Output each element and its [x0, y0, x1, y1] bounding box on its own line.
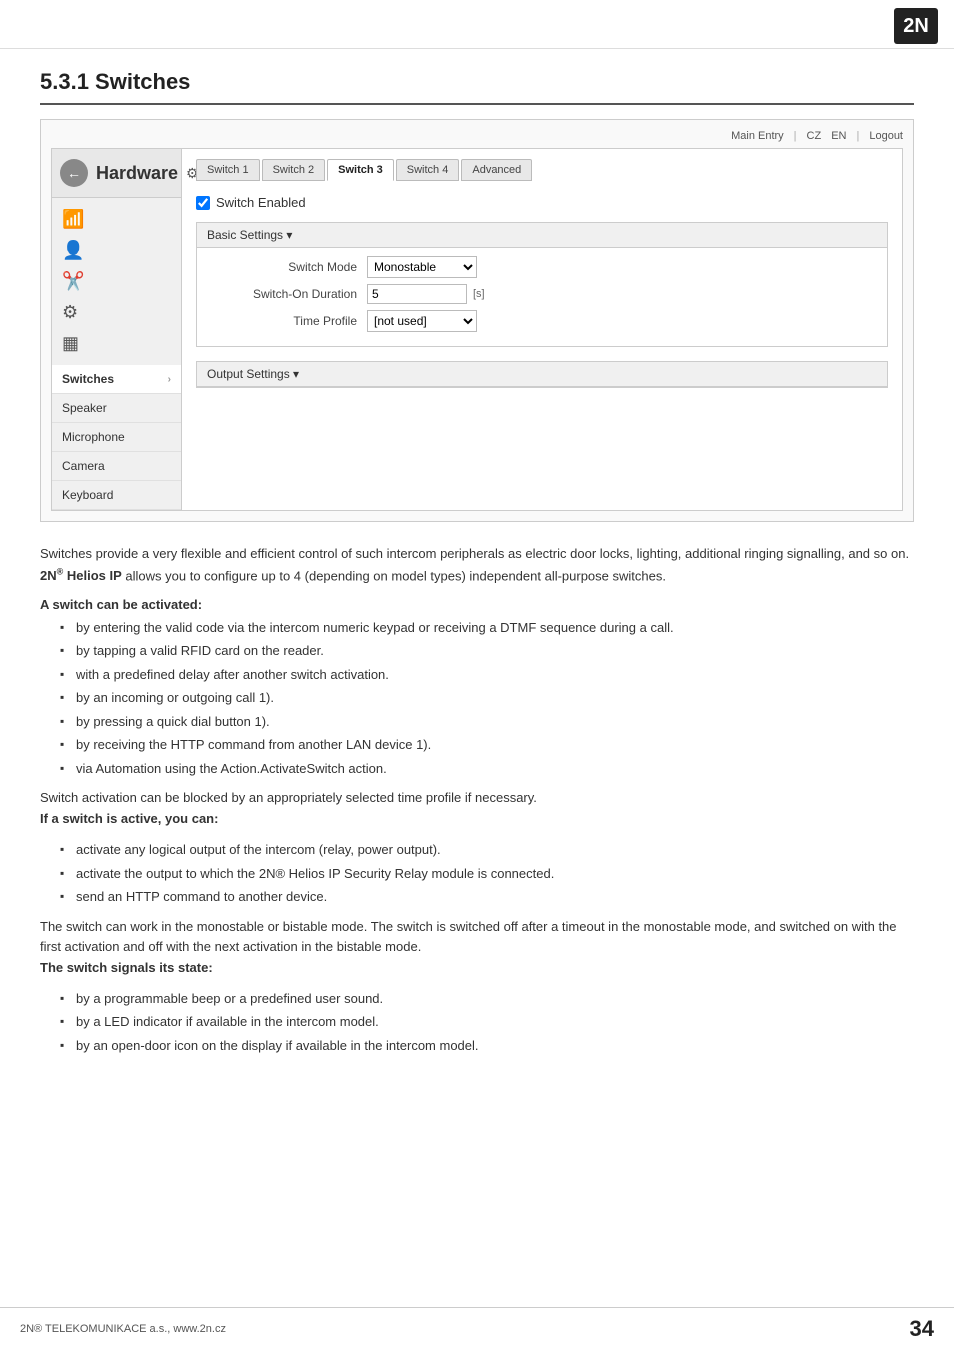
- top-bar: 2N: [0, 0, 954, 49]
- sidebar-item-microphone[interactable]: Microphone: [52, 423, 181, 452]
- sidebar-icon-user[interactable]: 👤: [52, 235, 181, 266]
- back-button[interactable]: ←: [60, 159, 88, 187]
- footer: 2N® TELEKOMUNIKACE a.s., www.2n.cz 34: [0, 1307, 954, 1350]
- output-settings-section: Output Settings ▾: [196, 361, 888, 388]
- signals-heading: The switch signals its state:: [40, 960, 213, 975]
- sidebar-icons: 📶 👤 ✂️ ⚙ ▦: [52, 198, 181, 365]
- switch-mode-row: Switch Mode Monostable Bistable: [207, 256, 877, 278]
- section-title: 5.3.1 Switches: [40, 69, 914, 105]
- bullet-item: activate the output to which the 2N® Hel…: [60, 864, 914, 884]
- main-entry-link[interactable]: Main Entry: [731, 130, 784, 142]
- sidebar-item-camera[interactable]: Camera: [52, 452, 181, 481]
- output-settings-header[interactable]: Output Settings ▾: [197, 362, 887, 387]
- tab-switch3[interactable]: Switch 3: [327, 159, 394, 181]
- sep2: |: [856, 130, 859, 142]
- signals-bullets: by a programmable beep or a predefined u…: [60, 989, 914, 1056]
- bullet-item: by a programmable beep or a predefined u…: [60, 989, 914, 1009]
- switch-enabled-label: Switch Enabled: [216, 195, 306, 210]
- bullet-item: by receiving the HTTP command from anoth…: [60, 735, 914, 755]
- main-area: Switch 1 Switch 2 Switch 3 Switch 4 Adva…: [182, 149, 902, 510]
- sidebar: ← Hardware ⚙ 📶 👤 ✂️ ⚙ ▦ Switches ›: [52, 149, 182, 510]
- switch-on-duration-label: Switch-On Duration: [207, 287, 367, 301]
- bullet-item: activate any logical output of the inter…: [60, 840, 914, 860]
- lang-cz[interactable]: CZ: [807, 130, 822, 142]
- sidebar-menu: Switches › Speaker Microphone Camera Key…: [52, 365, 181, 510]
- footer-page: 34: [910, 1316, 934, 1342]
- sidebar-icon-stats[interactable]: 📶: [52, 204, 181, 235]
- time-profile-label: Time Profile: [207, 314, 367, 328]
- basic-settings-body: Switch Mode Monostable Bistable Switch-O…: [197, 248, 887, 346]
- panel-topnav: Main Entry | CZ EN | Logout: [51, 130, 903, 142]
- activated-bullets: by entering the valid code via the inter…: [60, 618, 914, 779]
- active-bullets: activate any logical output of the inter…: [60, 840, 914, 907]
- active-heading: If a switch is active, you can:: [40, 811, 218, 826]
- tab-switch1[interactable]: Switch 1: [196, 159, 260, 181]
- sidebar-item-keyboard[interactable]: Keyboard: [52, 481, 181, 510]
- time-profile-row: Time Profile [not used]: [207, 310, 877, 332]
- bullet-item: by a LED indicator if available in the i…: [60, 1012, 914, 1032]
- panel-inner: ← Hardware ⚙ 📶 👤 ✂️ ⚙ ▦ Switches ›: [51, 148, 903, 511]
- basic-settings-header[interactable]: Basic Settings ▾: [197, 223, 887, 248]
- tab-bar: Switch 1 Switch 2 Switch 3 Switch 4 Adva…: [196, 159, 888, 181]
- tab-switch2[interactable]: Switch 2: [262, 159, 326, 181]
- bullet-item: with a predefined delay after another sw…: [60, 665, 914, 685]
- switch-mode-select[interactable]: Monostable Bistable: [367, 256, 477, 278]
- activated-heading: A switch can be activated:: [40, 597, 914, 612]
- tab-advanced[interactable]: Advanced: [461, 159, 532, 181]
- sidebar-icon-settings[interactable]: ⚙: [52, 297, 181, 328]
- bullet-item: send an HTTP command to another device.: [60, 887, 914, 907]
- switch-on-duration-input[interactable]: [367, 284, 467, 304]
- main-content: 5.3.1 Switches Main Entry | CZ EN | Logo…: [0, 49, 954, 1105]
- switch-on-duration-unit: [s]: [473, 288, 485, 300]
- sidebar-item-switches[interactable]: Switches ›: [52, 365, 181, 394]
- sidebar-item-speaker[interactable]: Speaker: [52, 394, 181, 423]
- body-paragraph3: The switch can work in the monostable or…: [40, 917, 914, 979]
- body-paragraph1: Switches provide a very flexible and eff…: [40, 544, 914, 587]
- switch-enabled-row: Switch Enabled: [196, 195, 888, 210]
- bullet-item: via Automation using the Action.Activate…: [60, 759, 914, 779]
- sidebar-icon-grid[interactable]: ▦: [52, 328, 181, 359]
- sidebar-icon-scissors[interactable]: ✂️: [52, 266, 181, 297]
- ui-panel: Main Entry | CZ EN | Logout ← Hardware ⚙…: [40, 119, 914, 522]
- bullet-item: by pressing a quick dial button 1).: [60, 712, 914, 732]
- bullet-item: by an open-door icon on the display if a…: [60, 1036, 914, 1056]
- logout-link[interactable]: Logout: [869, 130, 903, 142]
- footer-company: 2N® TELEKOMUNIKACE a.s., www.2n.cz: [20, 1323, 226, 1335]
- bullet-item: by entering the valid code via the inter…: [60, 618, 914, 638]
- sidebar-title: Hardware: [96, 163, 178, 184]
- basic-settings-section: Basic Settings ▾ Switch Mode Monostable …: [196, 222, 888, 347]
- time-profile-select[interactable]: [not used]: [367, 310, 477, 332]
- logo: 2N: [894, 8, 938, 44]
- tab-switch4[interactable]: Switch 4: [396, 159, 460, 181]
- body-paragraph2: Switch activation can be blocked by an a…: [40, 788, 914, 830]
- bullet-item: by tapping a valid RFID card on the read…: [60, 641, 914, 661]
- sidebar-header: ← Hardware ⚙: [52, 149, 181, 198]
- switch-on-duration-row: Switch-On Duration [s]: [207, 284, 877, 304]
- bullet-item: by an incoming or outgoing call 1).: [60, 688, 914, 708]
- switch-mode-label: Switch Mode: [207, 260, 367, 274]
- lang-en[interactable]: EN: [831, 130, 846, 142]
- chevron-icon: ›: [168, 374, 171, 385]
- sep1: |: [794, 130, 797, 142]
- switch-enabled-checkbox[interactable]: [196, 196, 210, 210]
